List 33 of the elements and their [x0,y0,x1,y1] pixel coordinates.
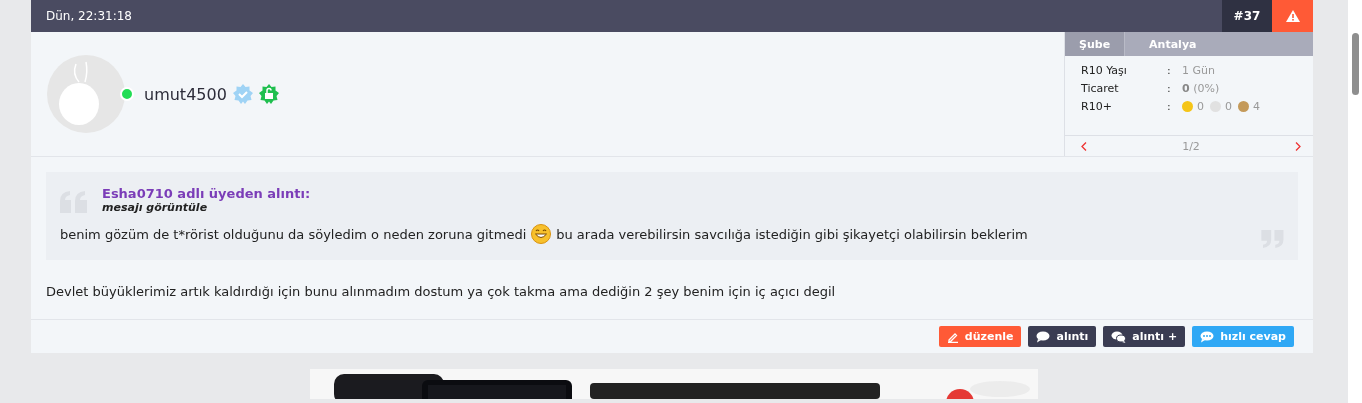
info-label: Ticaret [1081,82,1120,95]
medal-count: 4 [1253,100,1260,113]
info-label: R10 Yaşı [1081,64,1128,77]
medal-count: 0 [1197,100,1204,113]
message-text: Devlet büyüklerimiz artık kaldırdığı için bunu alınmadım dostum ya çok takma ama dediğin 2 şey benim için iç açıcı degil [46,284,837,301]
report-button[interactable] [1272,0,1313,32]
page-indicator: 1/2 [1182,139,1200,153]
quote-button[interactable]: alıntı [1028,326,1097,347]
info-separator: : [1167,100,1172,113]
username[interactable]: umut4500 [144,84,227,104]
grinning-emoji-icon [531,224,552,244]
quote-author[interactable]: Esha0710 adlı üyeden alıntı: [102,186,311,201]
chevron-left-icon [1081,141,1087,151]
info-value: 0 (0%) [1182,82,1220,95]
quote-text: bu arada verebilirsin savcılığa istediğin gibi şikayetçi olabilirsin beklerim [556,226,1028,242]
unlock-badge-icon [258,84,279,104]
speech-bubble-icon [1036,330,1051,343]
warning-icon [1285,10,1300,22]
chat-bubble-icon [1200,330,1215,343]
view-message-link[interactable]: mesajı görüntüle [102,201,311,214]
scrollbar[interactable] [1348,0,1362,403]
post-date: Dün, 22:31:18 [46,9,133,23]
post-number[interactable]: #37 [1222,0,1272,32]
info-value: 1 Gün [1182,64,1215,77]
info-separator: : [1167,64,1172,77]
quote-text: benim gözüm de t*rörist olduğunu da söyledim o neden zoruna gitmedi [60,226,527,242]
verified-badge-icon [232,84,253,104]
speech-bubbles-icon [1111,330,1127,343]
chevron-right-icon [1295,141,1301,151]
quote-button[interactable]: alıntı + [1103,326,1186,347]
info-separator: : [1167,82,1172,95]
medal-count: 0 [1225,100,1232,113]
info-label: R10+ [1081,100,1113,113]
